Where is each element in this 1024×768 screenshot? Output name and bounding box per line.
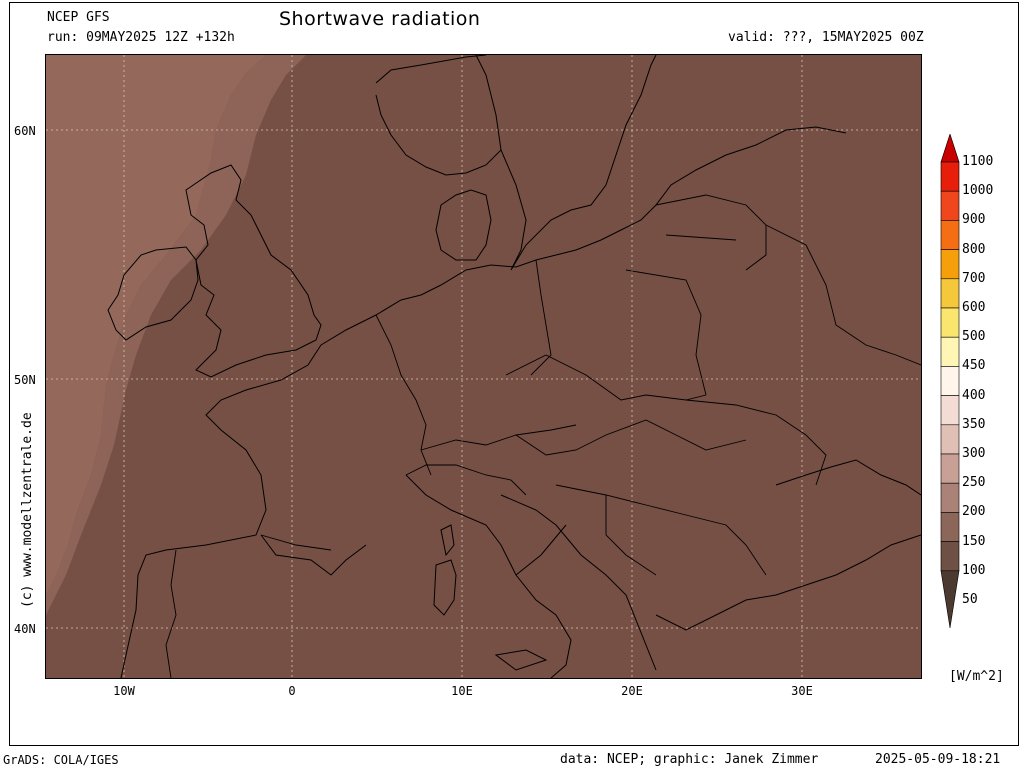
model-name: NCEP GFS [47, 10, 110, 25]
valid-time: valid: ???, 15MAY2025 00Z [728, 30, 924, 45]
footer-center: data: NCEP; graphic: Janek Zimmer [560, 752, 819, 767]
colorbar-segment [940, 278, 960, 309]
colorbar-segment [940, 482, 960, 513]
lon-label-30e: 30E [791, 684, 813, 698]
colorbar-segment [940, 366, 960, 396]
map-area [45, 54, 922, 679]
lon-label-10w: 10W [113, 684, 135, 698]
colorbar-segment [940, 220, 960, 250]
colorbar-label: 600 [962, 300, 986, 315]
colorbar-label: 350 [962, 416, 986, 432]
colorbar-label: 100 [962, 562, 986, 578]
colorbar-label: 450 [962, 358, 986, 374]
colorbar-label: 500 [962, 329, 986, 345]
lat-label-50n: 50N [14, 373, 36, 387]
colorbar-label: 800 [962, 241, 986, 257]
colorbar-label: 150 [962, 533, 986, 549]
colorbar-segment [940, 336, 960, 367]
colorbar-segment [940, 249, 960, 280]
colorbar [940, 134, 960, 628]
colorbar-label: 1100 [962, 154, 994, 169]
colorbar-segment [940, 541, 960, 572]
colorbar-label: 250 [962, 475, 986, 491]
colorbar-label: 700 [962, 270, 986, 286]
colorbar-bottom-arrow [940, 570, 960, 628]
colorbar-label: 50 [962, 592, 978, 607]
lat-label-60n: 60N [14, 124, 36, 138]
side-credit: (c) www.modellzentrale.de [20, 412, 35, 608]
footer-left: GrADS: COLA/IGES [3, 753, 119, 767]
lat-label-40n: 40N [14, 622, 36, 636]
colorbar-segment [940, 512, 960, 542]
colorbar-unit: [W/m^2] [949, 669, 1004, 684]
colorbar-segment [940, 161, 960, 192]
colorbar-label: 400 [962, 387, 986, 403]
run-info: run: 09MAY2025 12Z +132h [47, 30, 235, 45]
colorbar-label: 1000 [962, 183, 994, 199]
colorbar-segment [940, 453, 960, 484]
map-title: Shortwave radiation [279, 8, 481, 30]
colorbar-top-arrow [940, 134, 960, 163]
lon-label-0: 0 [288, 684, 296, 698]
colorbar-label: 200 [962, 504, 986, 520]
colorbar-segment [940, 424, 960, 455]
colorbar-segment [940, 190, 960, 221]
colorbar-label: 300 [962, 446, 986, 461]
colorbar-label: 900 [962, 212, 986, 228]
colorbar-segment [940, 307, 960, 338]
footer-timestamp: 2025-05-09-18:21 [875, 752, 1001, 767]
lon-label-20e: 20E [621, 684, 643, 698]
lon-label-10e: 10E [451, 684, 473, 698]
colorbar-segment [940, 395, 960, 426]
